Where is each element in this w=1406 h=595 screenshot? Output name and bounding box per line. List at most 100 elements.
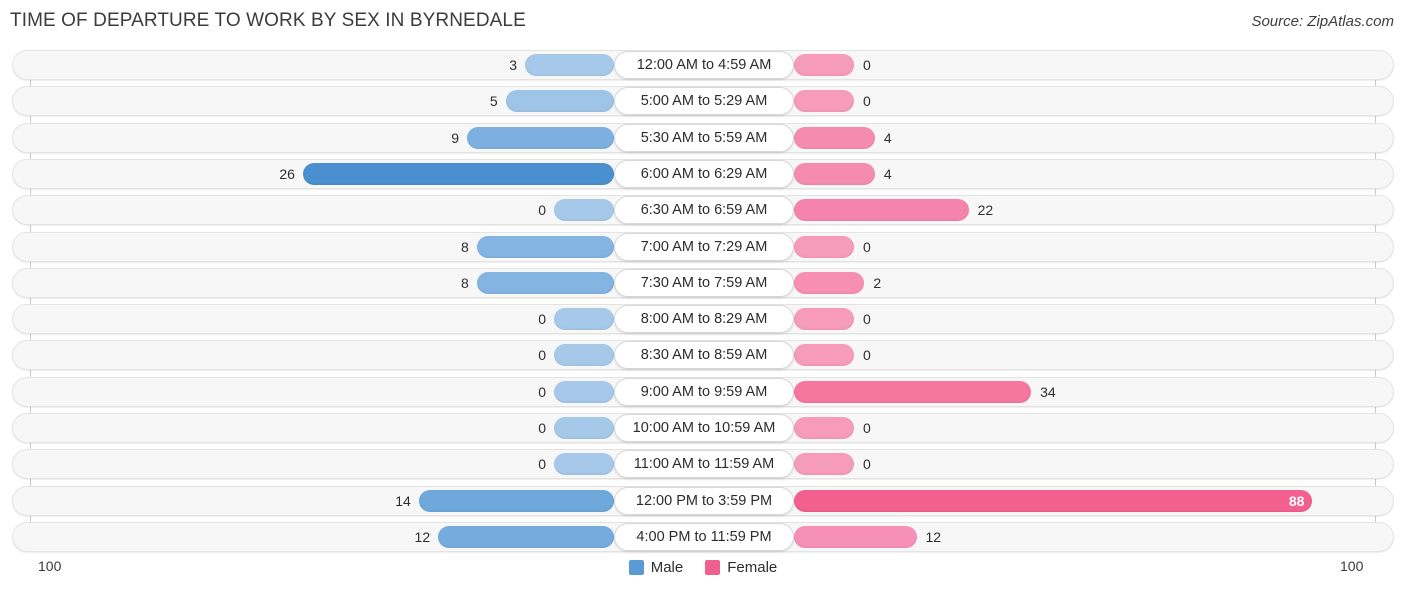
bar-male[interactable]: [554, 199, 614, 222]
legend-item-female[interactable]: Female: [705, 559, 777, 576]
bar-male[interactable]: [418, 489, 614, 512]
value-label-male: 0: [538, 456, 546, 473]
table-row[interactable]: 0 0 10:00 AM to 10:59 AM: [12, 413, 1394, 443]
value-label-male: 3: [509, 57, 518, 73]
value-label-female: 4: [883, 129, 892, 146]
chart-header: TIME OF DEPARTURE TO WORK BY SEX IN BYRN…: [0, 0, 1406, 44]
table-row[interactable]: 0 34 9:00 AM to 9:59 AM: [12, 376, 1394, 407]
value-label-female: 88: [1288, 492, 1305, 509]
bar-male[interactable]: [554, 453, 614, 476]
row-content: 0 0 10:00 AM to 10:59 AM: [13, 414, 1393, 442]
row-content: 8 2 7:30 AM to 7:59 AM: [13, 268, 1393, 297]
value-label-male: 0: [538, 383, 546, 400]
row-content: 8 0 7:00 AM to 7:29 AM: [13, 232, 1393, 261]
category-label-pill[interactable]: 10:00 AM to 10:59 AM: [614, 414, 794, 442]
bar-female[interactable]: [794, 417, 854, 439]
row-content: 0 34 9:00 AM to 9:59 AM: [13, 377, 1393, 406]
category-label-text: 7:30 AM to 7:59 AM: [640, 274, 768, 291]
bar-female[interactable]: [794, 489, 1313, 512]
category-label-pill[interactable]: 8:30 AM to 8:59 AM: [614, 341, 794, 370]
category-label-pill[interactable]: 7:00 AM to 7:29 AM: [614, 232, 794, 261]
bar-female[interactable]: [794, 380, 1032, 403]
page-title: TIME OF DEPARTURE TO WORK BY SEX IN BYRN…: [10, 10, 526, 31]
category-label-text: 4:00 PM to 11:59 PM: [636, 528, 772, 545]
value-label-female: 12: [925, 528, 942, 545]
bar-female[interactable]: [794, 235, 854, 258]
table-row[interactable]: 12 12 4:00 PM to 11:59 PM: [12, 521, 1394, 552]
category-label-pill[interactable]: 6:00 AM to 6:29 AM: [614, 159, 794, 188]
bar-female[interactable]: [794, 271, 865, 294]
table-row[interactable]: 0 0 8:00 AM to 8:29 AM: [12, 304, 1394, 335]
category-label-text: 12:00 AM to 4:59 AM: [636, 57, 772, 73]
table-row[interactable]: 26 4 6:00 AM to 6:29 AM: [12, 158, 1394, 189]
value-label-male: 26: [279, 165, 295, 182]
category-label-pill[interactable]: 12:00 AM to 4:59 AM: [614, 51, 794, 79]
value-label-male: 0: [538, 420, 546, 436]
bar-female[interactable]: [794, 126, 875, 149]
bar-male[interactable]: [554, 344, 614, 367]
row-content: 0 0 11:00 AM to 11:59 AM: [13, 450, 1393, 479]
category-label-pill[interactable]: 6:30 AM to 6:59 AM: [614, 196, 794, 225]
bar-female[interactable]: [794, 453, 854, 476]
bar-male[interactable]: [467, 126, 614, 149]
bar-male[interactable]: [302, 162, 614, 185]
value-label-female: 34: [1040, 383, 1056, 400]
category-label-pill[interactable]: 5:00 AM to 5:29 AM: [614, 87, 794, 116]
table-row[interactable]: 0 0 11:00 AM to 11:59 AM: [12, 449, 1394, 480]
category-label-text: 8:00 AM to 8:29 AM: [640, 311, 768, 328]
category-label-pill[interactable]: 8:00 AM to 8:29 AM: [614, 305, 794, 334]
value-label-female: 4: [883, 165, 892, 182]
bar-female[interactable]: [794, 525, 917, 548]
row-content: 14 88 12:00 PM to 3:59 PM: [13, 486, 1393, 515]
category-label-pill[interactable]: 12:00 PM to 3:59 PM: [614, 486, 794, 515]
table-row[interactable]: 9 4 5:30 AM to 5:59 AM: [12, 122, 1394, 153]
bar-male[interactable]: [505, 90, 614, 113]
legend-item-male[interactable]: Male: [628, 559, 683, 576]
bar-female[interactable]: [794, 162, 875, 185]
table-row[interactable]: 0 0 8:30 AM to 8:59 AM: [12, 340, 1394, 371]
category-label-pill[interactable]: 5:30 AM to 5:59 AM: [614, 123, 794, 152]
category-label-text: 10:00 AM to 10:59 AM: [632, 420, 776, 436]
value-label-female: 2: [873, 274, 882, 291]
bar-female[interactable]: [794, 308, 854, 331]
bar-male[interactable]: [554, 380, 614, 403]
value-label-female: 0: [863, 311, 871, 328]
value-label-female: 22: [977, 202, 994, 219]
legend-swatch-male-icon: [628, 560, 644, 575]
value-label-male: 8: [460, 238, 469, 255]
category-label-pill[interactable]: 4:00 PM to 11:59 PM: [614, 522, 794, 551]
table-row[interactable]: 0 22 6:30 AM to 6:59 AM: [12, 195, 1394, 226]
bar-female[interactable]: [794, 344, 854, 367]
value-label-male: 5: [489, 93, 498, 110]
bar-male[interactable]: [438, 525, 614, 548]
table-row[interactable]: 8 2 7:30 AM to 7:59 AM: [12, 267, 1394, 298]
bar-female[interactable]: [794, 90, 854, 113]
bar-male[interactable]: [554, 417, 614, 439]
value-label-male: 0: [538, 311, 546, 328]
category-label-pill[interactable]: 11:00 AM to 11:59 AM: [614, 450, 794, 479]
bar-male[interactable]: [525, 54, 614, 76]
table-row[interactable]: 8 0 7:00 AM to 7:29 AM: [12, 231, 1394, 262]
bar-male[interactable]: [476, 235, 614, 258]
legend-swatch-female-icon: [705, 560, 721, 575]
value-label-male: 8: [460, 274, 469, 291]
bar-male[interactable]: [554, 308, 614, 331]
row-content: 26 4 6:00 AM to 6:29 AM: [13, 159, 1393, 188]
bar-female[interactable]: [794, 199, 969, 222]
table-row[interactable]: 14 88 12:00 PM to 3:59 PM: [12, 485, 1394, 516]
value-label-female: 0: [863, 57, 871, 73]
chart-footer: 100 100 Male Female: [0, 551, 1406, 595]
category-label-pill[interactable]: 9:00 AM to 9:59 AM: [614, 377, 794, 406]
category-label-pill[interactable]: 7:30 AM to 7:59 AM: [614, 268, 794, 297]
category-label-text: 7:00 AM to 7:29 AM: [640, 238, 768, 255]
table-row[interactable]: 3 0 12:00 AM to 4:59 AM: [12, 50, 1394, 80]
value-label-male: 0: [538, 347, 546, 364]
value-label-male: 0: [538, 202, 546, 219]
bar-female[interactable]: [794, 54, 854, 76]
diverging-bar-chart: 3 0 12:00 AM to 4:59 AM 5 0 5:00 AM to 5:29 A…: [0, 46, 1406, 552]
table-row[interactable]: 5 0 5:00 AM to 5:29 AM: [12, 86, 1394, 117]
legend-label-female: Female: [727, 559, 778, 576]
source-attribution: Source: ZipAtlas.com: [1251, 13, 1394, 30]
bar-male[interactable]: [476, 271, 614, 294]
category-label-text: 9:00 AM to 9:59 AM: [640, 383, 768, 400]
